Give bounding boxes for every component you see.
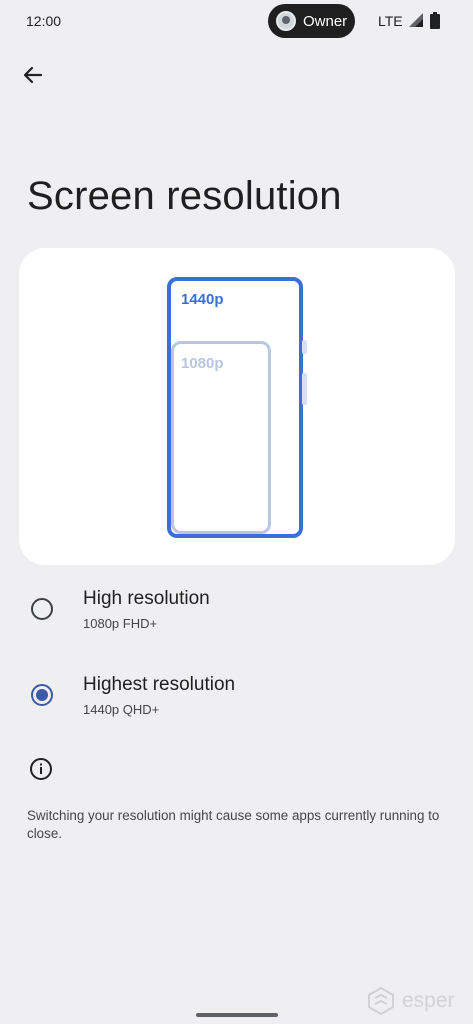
battery-icon — [430, 12, 440, 29]
radio-high-resolution[interactable] — [31, 598, 53, 620]
avatar — [276, 11, 296, 31]
status-time: 12:00 — [26, 13, 62, 29]
info-icon — [30, 758, 52, 780]
option-subtitle: 1440p QHD+ — [83, 702, 160, 717]
info-text: Switching your resolution might cause so… — [27, 808, 440, 841]
page-title: Screen resolution — [27, 174, 342, 218]
navigation-handle[interactable] — [196, 1013, 278, 1017]
option-subtitle: 1080p FHD+ — [83, 616, 158, 631]
option-highest-resolution[interactable]: Highest resolution 1440p QHD+ — [0, 662, 473, 732]
preview-label-1080p: 1080p — [181, 355, 224, 372]
status-bar: 12:00 Owner LTE — [0, 0, 473, 42]
owner-chip[interactable]: Owner — [268, 4, 355, 38]
watermark-text: esper — [402, 989, 455, 1012]
radio-highest-resolution[interactable] — [31, 684, 53, 706]
owner-label: Owner — [303, 12, 348, 30]
back-button[interactable] — [14, 56, 52, 94]
resolution-preview-card: 1440p 1080p — [19, 248, 455, 565]
option-title: Highest resolution — [83, 674, 236, 695]
preview-label-1440p: 1440p — [181, 291, 224, 308]
signal-icon — [409, 13, 423, 27]
option-title: High resolution — [83, 588, 210, 609]
phone-side-button — [302, 340, 307, 354]
network-type: LTE — [378, 13, 403, 29]
watermark: esper — [366, 986, 455, 1016]
option-high-resolution[interactable]: High resolution 1080p FHD+ — [0, 576, 473, 646]
phone-side-button — [302, 373, 307, 405]
esper-logo-icon — [368, 986, 394, 1016]
back-arrow-icon — [23, 66, 43, 84]
